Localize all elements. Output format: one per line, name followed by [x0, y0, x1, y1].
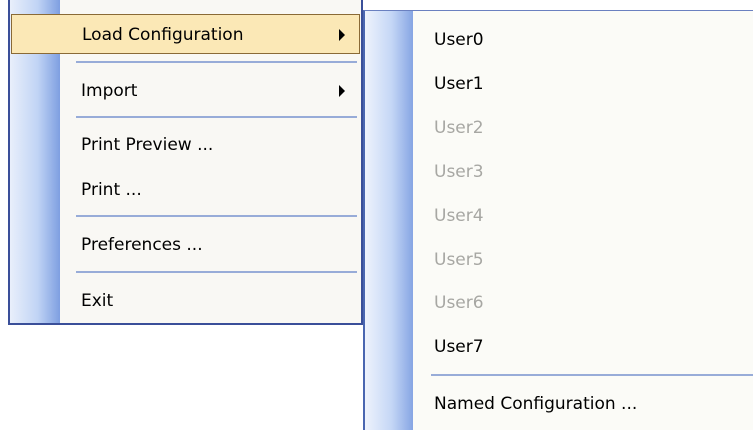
submenu-item-label: User3: [434, 162, 484, 182]
submenu-item-label: User0: [434, 30, 484, 50]
submenu-item-label: User2: [434, 118, 484, 138]
menu-item-label: Load Configuration: [82, 25, 244, 45]
submenu-item-label: User5: [434, 250, 484, 270]
submenu-arrow-icon: [339, 85, 345, 97]
submenu-item-user3: User3: [365, 152, 753, 192]
submenu-item-label: User4: [434, 206, 484, 226]
submenu-item-user2: User2: [365, 108, 753, 148]
menu-separator: [76, 61, 357, 63]
menu-separator: [76, 215, 357, 217]
menu-item-label: Preferences ...: [81, 235, 203, 255]
main-menu: Load Configuration Import Print Preview …: [8, 0, 363, 325]
submenu-item-user4: User4: [365, 196, 753, 236]
submenu-item-user6: User6: [365, 283, 753, 323]
load-configuration-submenu: User0 User1 User2 User3 User4 User5 User…: [363, 10, 753, 430]
submenu-arrow-icon: [339, 29, 345, 41]
submenu-item-user0[interactable]: User0: [365, 20, 753, 60]
menu-item-label: Import: [81, 81, 138, 101]
menu-separator: [431, 374, 753, 376]
submenu-item-label: User6: [434, 293, 484, 313]
menu-item-print-preview[interactable]: Print Preview ...: [12, 125, 359, 165]
menu-item-label: Print Preview ...: [81, 135, 214, 155]
menu-item-exit[interactable]: Exit: [12, 281, 359, 321]
submenu-item-label: User1: [434, 74, 484, 94]
menu-item-label: Exit: [81, 291, 114, 311]
submenu-item-user7[interactable]: User7: [365, 327, 753, 367]
submenu-item-user5: User5: [365, 240, 753, 280]
submenu-item-label: User7: [434, 337, 484, 357]
submenu-item-user1[interactable]: User1: [365, 64, 753, 104]
submenu-item-label: Named Configuration ...: [434, 394, 638, 414]
menu-item-preferences[interactable]: Preferences ...: [12, 225, 359, 265]
menu-item-import[interactable]: Import: [12, 71, 359, 111]
menu-item-print[interactable]: Print ...: [12, 170, 359, 210]
menu-separator: [76, 271, 357, 273]
menu-item-load-configuration[interactable]: Load Configuration: [11, 14, 360, 54]
menu-item-label: Print ...: [81, 180, 142, 200]
submenu-item-named-configuration[interactable]: Named Configuration ...: [365, 384, 753, 424]
menu-separator: [76, 116, 357, 118]
